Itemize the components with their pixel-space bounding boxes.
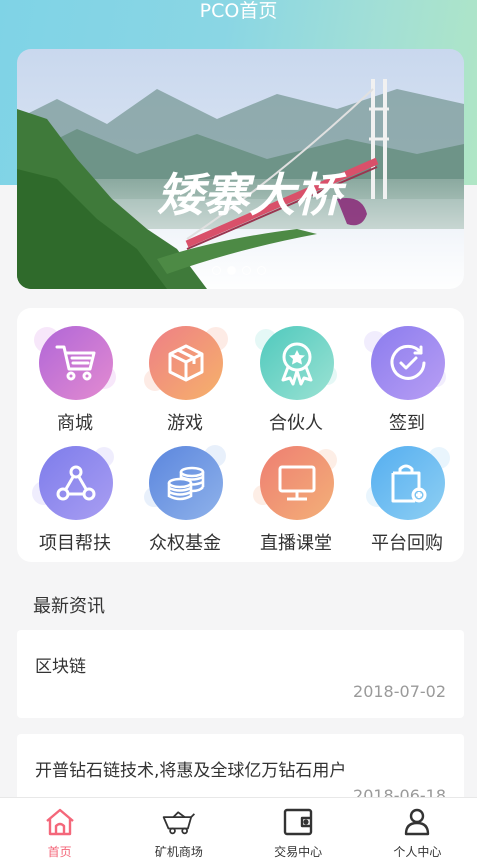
carousel-dot[interactable]	[257, 266, 266, 275]
coins-icon	[149, 446, 223, 520]
tab-label: 矿机商场	[154, 845, 203, 859]
tab-trade-center[interactable]: 交易中心	[239, 798, 358, 860]
bag-icon	[371, 446, 445, 520]
carousel-dot-active[interactable]	[227, 266, 236, 275]
tab-mining-mall[interactable]: 矿机商场	[119, 798, 238, 860]
screen-icon	[260, 446, 334, 520]
person-icon	[400, 805, 434, 839]
banner-image: 矮寨大桥	[17, 49, 464, 289]
menu-label: 直播课堂	[260, 533, 332, 554]
news-date: 2018-07-02	[353, 682, 446, 701]
news-section-title: 最新资讯	[33, 596, 105, 617]
page-title: PCO首页	[199, 0, 278, 22]
shopping-cart-icon	[39, 326, 113, 400]
box-icon	[149, 326, 223, 400]
menu-item-platform-buyback[interactable]: 平台回购	[351, 441, 463, 561]
menu-label: 签到	[389, 413, 425, 434]
menu-label: 游戏	[167, 413, 203, 434]
news-item[interactable]: 区块链 2018-07-02	[17, 630, 464, 718]
menu-item-project-support[interactable]: 项目帮扶	[19, 441, 131, 561]
feature-menu-card: 商城 游戏 合伙人 签到 项目帮扶 众权基金 直播课堂 平台回购	[17, 308, 464, 562]
tab-label: 交易中心	[274, 845, 323, 859]
wallet-icon	[281, 805, 315, 839]
menu-item-mall[interactable]: 商城	[19, 321, 131, 441]
home-icon	[43, 805, 77, 839]
banner-caption: 矮寨大桥	[157, 168, 347, 222]
menu-label: 项目帮扶	[39, 533, 111, 554]
menu-label: 平台回购	[371, 533, 443, 554]
menu-item-live-class[interactable]: 直播课堂	[240, 441, 352, 561]
carousel-dot[interactable]	[212, 266, 221, 275]
nodes-icon	[39, 446, 113, 520]
menu-label: 商城	[57, 413, 93, 434]
tab-profile[interactable]: 个人中心	[358, 798, 477, 860]
checkin-icon	[371, 326, 445, 400]
mining-cart-icon	[162, 805, 196, 839]
menu-label: 众权基金	[149, 533, 221, 554]
carousel-dots	[212, 266, 266, 275]
tab-label: 个人中心	[393, 845, 442, 859]
news-title: 区块链	[35, 657, 86, 677]
medal-icon	[260, 326, 334, 400]
news-title: 开普钻石链技术,将惠及全球亿万钻石用户	[35, 761, 347, 781]
tab-home[interactable]: 首页	[0, 798, 119, 860]
menu-item-partner[interactable]: 合伙人	[240, 321, 352, 441]
menu-item-games[interactable]: 游戏	[129, 321, 241, 441]
carousel-dot[interactable]	[242, 266, 251, 275]
menu-item-checkin[interactable]: 签到	[351, 321, 463, 441]
menu-item-equity-fund[interactable]: 众权基金	[129, 441, 241, 561]
banner-carousel[interactable]: 矮寨大桥	[17, 49, 464, 289]
menu-label: 合伙人	[269, 413, 323, 434]
bottom-tab-bar: 首页 矿机商场 交易中心 个人中心	[0, 797, 477, 860]
tab-label: 首页	[47, 845, 72, 859]
